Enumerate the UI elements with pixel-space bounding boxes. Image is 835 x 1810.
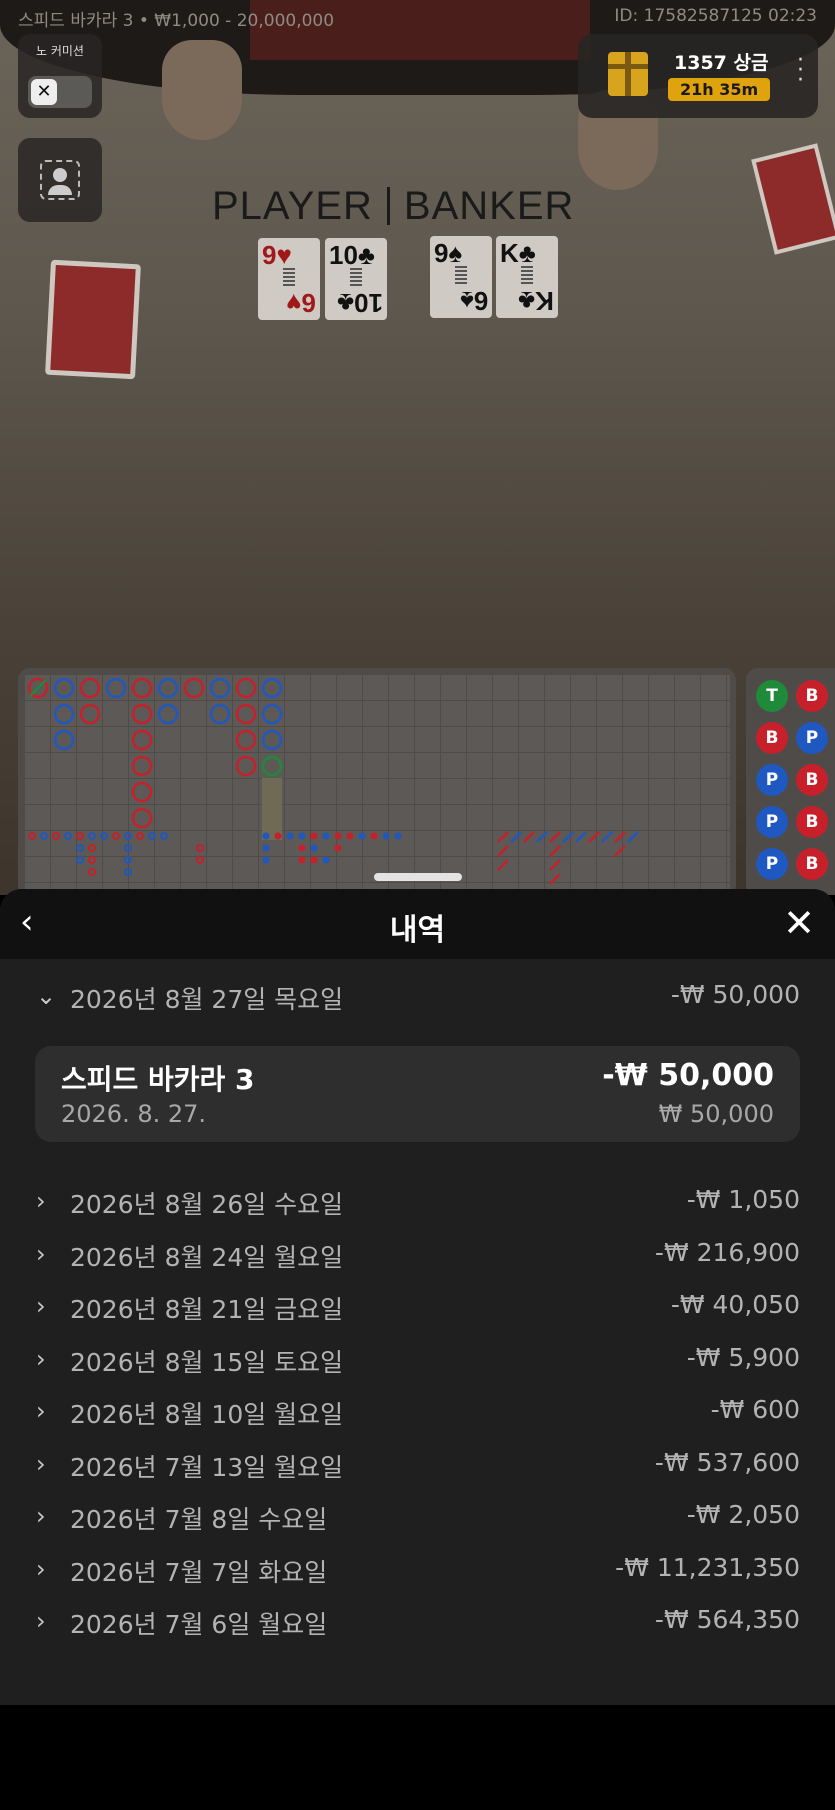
- day-date: 2026년 8월 15일 토요일: [70, 1347, 344, 1377]
- no-commission-toggle[interactable]: 노 커미션 ✕: [18, 34, 102, 118]
- bead-road-scoreboard[interactable]: TBBPPBPBPB: [746, 668, 835, 895]
- chevron-down-icon: ⌄: [36, 982, 57, 1010]
- entry-game: 스피드 바카라 3: [61, 1063, 255, 1096]
- banker-card-1: 9♠ 6♠: [430, 236, 492, 318]
- day-date: 2026년 8월 24일 월요일: [70, 1242, 344, 1272]
- chevron-right-icon: ›: [36, 1554, 46, 1583]
- bead-9: B: [796, 848, 828, 880]
- history-sheet: ‹ 내역 ✕ ⌄ 2026년 8월 27일 목요일 -₩ 50,000 스피드 …: [0, 889, 835, 1705]
- big-road-scoreboard[interactable]: [18, 668, 736, 895]
- bead-0: T: [756, 680, 788, 712]
- chevron-right-icon: ›: [36, 1292, 46, 1320]
- game-scene: 스피드 바카라 3 • ₩1,000 - 20,000,000 ID: 1758…: [0, 0, 835, 895]
- sheet-drag-handle[interactable]: [374, 873, 462, 881]
- day-amount: -₩ 564,350: [654, 1605, 800, 1634]
- player-card-1: 9♥ 6♥: [258, 238, 320, 320]
- day-row[interactable]: › 2026년 7월 13일 월요일 -₩ 537,600: [0, 1438, 835, 1490]
- chevron-right-icon: ›: [36, 1502, 46, 1530]
- round-id-time: ID: 17582587125 02:23: [614, 6, 817, 26]
- day-row-expanded[interactable]: ⌄ 2026년 8월 27일 목요일 -₩ 50,000: [0, 970, 835, 1022]
- bead-2: B: [756, 722, 788, 754]
- player-banker-header: PLAYER BANKER: [212, 184, 574, 229]
- day-row[interactable]: › 2026년 8월 15일 토요일 -₩ 5,900: [0, 1333, 835, 1385]
- banker-label: BANKER: [403, 184, 575, 228]
- player-card-2: 10♣ 10♣: [325, 238, 387, 320]
- day-amount: -₩ 11,231,350: [615, 1552, 800, 1582]
- entry-result: -₩ 50,000: [602, 1058, 774, 1093]
- day-date: 2026년 8월 21일 금요일: [70, 1295, 344, 1324]
- video-focus-button[interactable]: [18, 138, 102, 222]
- bead-4: P: [756, 764, 788, 796]
- prize-widget[interactable]: 1357 상금 21h 35m · · ·: [578, 34, 818, 118]
- day-amount: -₩ 2,050: [686, 1500, 800, 1529]
- day-amount: -₩ 5,900: [686, 1342, 800, 1372]
- player-label: PLAYER: [212, 184, 373, 228]
- more-options-icon[interactable]: · · ·: [797, 50, 804, 92]
- entry-stake: ₩ 50,000: [658, 1100, 774, 1128]
- day-row[interactable]: › 2026년 8월 26일 수요일 -₩ 1,050: [0, 1175, 835, 1227]
- day-date: 2026년 7월 13일 월요일: [70, 1452, 344, 1482]
- prize-timer: 21h 35m: [668, 78, 771, 101]
- chevron-right-icon: ›: [36, 1397, 46, 1425]
- gift-icon: [608, 52, 648, 96]
- day-row[interactable]: › 2026년 7월 8일 수요일 -₩ 2,050: [0, 1490, 835, 1542]
- person-icon: [53, 168, 67, 182]
- day-amount: -₩ 50,000: [670, 980, 800, 1009]
- chevron-right-icon: ›: [36, 1187, 46, 1215]
- day-row[interactable]: › 2026년 8월 10일 월요일 -₩ 600: [0, 1385, 835, 1437]
- bead-1: B: [796, 680, 828, 712]
- toggle-switch[interactable]: ✕: [28, 76, 92, 108]
- day-date: 2026년 8월 10일 월요일: [70, 1400, 344, 1429]
- bead-3: P: [796, 722, 828, 754]
- day-date: 2026년 7월 7일 화요일: [70, 1557, 328, 1587]
- day-date: 2026년 7월 6일 월요일: [70, 1610, 328, 1639]
- no-commission-label: 노 커미션: [36, 44, 84, 58]
- dealer-left-hand: [162, 40, 242, 140]
- chevron-right-icon: ›: [36, 1607, 46, 1635]
- day-amount: -₩ 600: [710, 1395, 800, 1424]
- entry-date: 2026. 8. 27.: [61, 1100, 207, 1128]
- day-date: 2026년 7월 8일 수요일: [70, 1505, 328, 1534]
- day-date: 2026년 8월 27일 목요일: [70, 985, 344, 1014]
- history-title: 내역: [389, 913, 446, 948]
- close-icon[interactable]: ✕: [781, 903, 817, 943]
- x-icon: ✕: [31, 79, 57, 105]
- day-amount: -₩ 40,050: [670, 1290, 800, 1319]
- bead-8: P: [756, 848, 788, 880]
- bead-7: B: [796, 806, 828, 838]
- game-title-limits: 스피드 바카라 3 • ₩1,000 - 20,000,000: [18, 11, 335, 31]
- card-shoe: [45, 259, 141, 380]
- day-date: 2026년 8월 26일 수요일: [70, 1190, 344, 1219]
- history-entry[interactable]: 스피드 바카라 3 -₩ 50,000 2026. 8. 27. ₩ 50,00…: [35, 1046, 800, 1142]
- chevron-right-icon: ›: [36, 1344, 46, 1373]
- prize-label: 1357 상금: [674, 52, 769, 74]
- day-row[interactable]: › 2026년 8월 21일 금요일 -₩ 40,050: [0, 1280, 835, 1332]
- day-row[interactable]: › 2026년 8월 24일 월요일 -₩ 216,900: [0, 1228, 835, 1280]
- day-row[interactable]: › 2026년 7월 6일 월요일 -₩ 564,350: [0, 1595, 835, 1647]
- bead-5: B: [796, 764, 828, 796]
- road-marks: [27, 677, 639, 885]
- discard-card: [751, 143, 835, 255]
- banker-card-2: K♣ K♣: [496, 236, 558, 318]
- stream-info-bar: 스피드 바카라 3 • ₩1,000 - 20,000,000 ID: 1758…: [0, 0, 835, 32]
- day-amount: -₩ 1,050: [686, 1185, 800, 1214]
- bead-6: P: [756, 806, 788, 838]
- history-header: ‹ 내역 ✕: [0, 889, 835, 959]
- day-row[interactable]: › 2026년 7월 7일 화요일 -₩ 11,231,350: [0, 1543, 835, 1595]
- chevron-right-icon: ›: [36, 1449, 46, 1478]
- day-amount: -₩ 537,600: [654, 1447, 800, 1477]
- chevron-right-icon: ›: [36, 1239, 46, 1268]
- day-amount: -₩ 216,900: [654, 1237, 800, 1267]
